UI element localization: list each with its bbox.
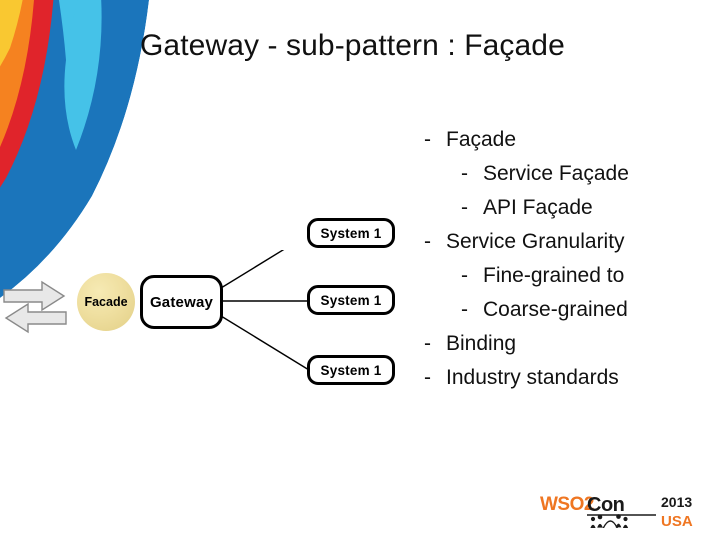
bullet-item-service-granularity: - Service Granularity <box>424 230 704 264</box>
diagram-connectors <box>220 250 310 371</box>
logo-year-text: 2013 <box>661 494 692 510</box>
facade-node-label: Facade <box>84 295 128 309</box>
bullet-item-api-facade: - API Façade <box>424 196 704 230</box>
bullet-dash: - <box>461 162 468 185</box>
bullet-item-service-facade: - Service Façade <box>424 162 704 196</box>
bullet-dash: - <box>424 230 431 253</box>
logo-wso2-text: WSO2 <box>540 494 594 515</box>
system-node-label: System 1 <box>320 225 382 241</box>
system-node-1: System 1 <box>307 218 395 248</box>
bullet-label: Binding <box>446 332 517 355</box>
facade-node: Facade <box>77 273 135 331</box>
bullet-item-binding: - Binding <box>424 332 704 366</box>
decoration-yellow-shape <box>0 0 31 160</box>
wso2con-logo: WSO2 Con 2013 USA <box>540 494 693 530</box>
bullet-label: Façade <box>446 128 517 151</box>
slide-canvas: Gateway - sub-pattern : Façade - Façade … <box>0 0 720 540</box>
system-node-label: System 1 <box>320 362 382 378</box>
bullet-label: Fine-grained to <box>483 264 625 287</box>
bullet-list: - Façade - Service Façade - API Façade -… <box>424 128 704 400</box>
bullet-label: Service Granularity <box>446 230 625 253</box>
connector-line-3 <box>220 315 310 371</box>
bullet-item-fine-grained: - Fine-grained to <box>424 264 704 298</box>
gateway-node-label: Gateway <box>149 293 214 311</box>
decoration-lightblue-leaf <box>10 0 102 150</box>
bullet-label: API Façade <box>483 196 593 219</box>
bullet-dash: - <box>424 128 431 151</box>
bullet-dash: - <box>461 196 468 219</box>
page-title: Gateway - sub-pattern : Façade <box>140 29 565 62</box>
gateway-node: Gateway <box>140 275 223 329</box>
bullet-item-industry-standards: - Industry standards <box>424 366 704 400</box>
bullet-dash: - <box>424 366 431 389</box>
system-node-label: System 1 <box>320 292 382 308</box>
system-node-2: System 1 <box>307 285 395 315</box>
bullet-label: Service Façade <box>483 162 629 185</box>
system-node-3: System 1 <box>307 355 395 385</box>
decoration-swirl-1 <box>0 0 15 16</box>
bullet-dash: - <box>461 264 468 287</box>
bullet-dash: - <box>461 298 468 321</box>
bullet-label: Industry standards <box>446 366 619 389</box>
bullet-item-facade: - Façade <box>424 128 704 162</box>
gateway-facade-diagram: Facade Gateway System 1 System 1 System … <box>0 218 420 410</box>
bullet-label: Coarse-grained <box>483 298 628 321</box>
logo-people-icons <box>590 514 629 528</box>
bullet-item-coarse-grained: - Coarse-grained <box>424 298 704 332</box>
decoration-swirl-4 <box>39 0 85 30</box>
connector-line-1 <box>220 250 285 289</box>
logo-con-text: Con <box>587 494 624 516</box>
logo-country-text: USA <box>661 513 693 530</box>
bullet-dash: - <box>424 332 431 355</box>
